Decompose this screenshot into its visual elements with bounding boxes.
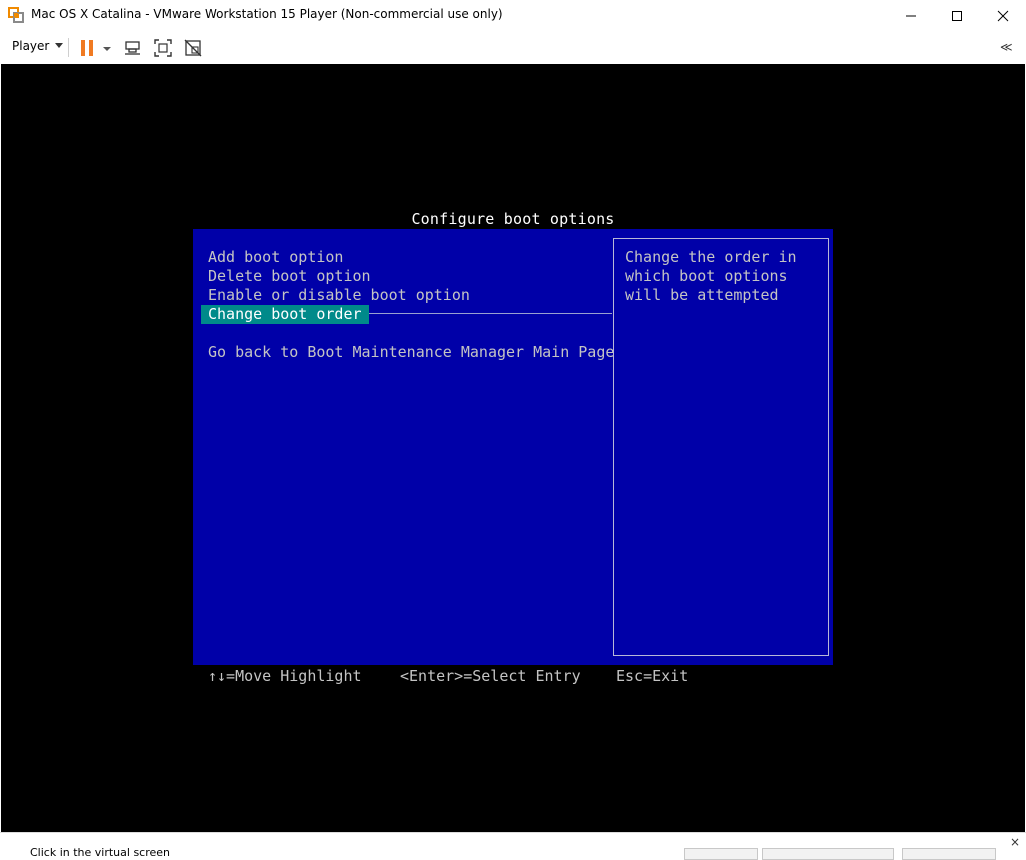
vmware-app-icon [8,7,24,23]
menu-item-add-boot-option[interactable]: Add boot option [208,248,343,267]
maximize-icon [952,10,962,21]
window-title: Mac OS X Catalina - VMware Workstation 1… [31,7,503,21]
toolbar-separator [68,38,69,57]
menu-item-delete-boot-option[interactable]: Delete boot option [208,267,371,286]
player-toolbar: Player ≪ [0,31,1026,64]
minimize-button[interactable] [888,0,934,31]
help-text: Change the order in which boot options w… [625,248,797,304]
menu-item-go-back[interactable]: Go back to Boot Maintenance Manager Main… [208,343,614,362]
dropdown-arrow-icon[interactable] [100,38,114,58]
title-bar: Mac OS X Catalina - VMware Workstation 1… [0,0,1026,32]
menu-item-change-boot-order[interactable]: Change boot order [201,305,369,324]
chevron-down-icon [55,43,64,48]
footer-select-entry: <Enter>=Select Entry [400,667,581,685]
status-button-1[interactable] [684,848,758,860]
footer-exit: Esc=Exit [616,667,689,685]
close-button[interactable] [980,0,1026,31]
collapse-toolbar-icon[interactable]: ≪ [1000,40,1013,54]
close-icon [997,10,1009,21]
unity-icon[interactable] [183,38,203,58]
help-box: Change the order in which boot options w… [613,238,829,656]
player-menu-label: Player [12,39,50,53]
menu-item-enable-disable-boot-option[interactable]: Enable or disable boot option [208,286,470,305]
pause-icon[interactable] [78,38,98,58]
fit-guest-icon[interactable] [153,38,173,58]
bios-menu-panel: Add boot option Delete boot option Enabl… [193,229,833,665]
send-ctrl-alt-del-icon[interactable] [123,38,143,58]
maximize-button[interactable] [934,0,980,31]
footer-move-highlight: ↑↓=Move Highlight [208,667,362,685]
virtual-machine-screen[interactable]: Configure boot options Add boot option D… [1,64,1025,832]
bios-page-title: Configure boot options [411,210,615,228]
status-button-3[interactable] [902,848,996,860]
status-close-icon[interactable]: × [1008,835,1022,849]
player-menu-button[interactable]: Player [12,39,64,53]
minimize-icon [906,15,916,16]
status-bar: Click in the virtual screen × [0,832,1026,860]
status-button-2[interactable] [762,848,894,860]
